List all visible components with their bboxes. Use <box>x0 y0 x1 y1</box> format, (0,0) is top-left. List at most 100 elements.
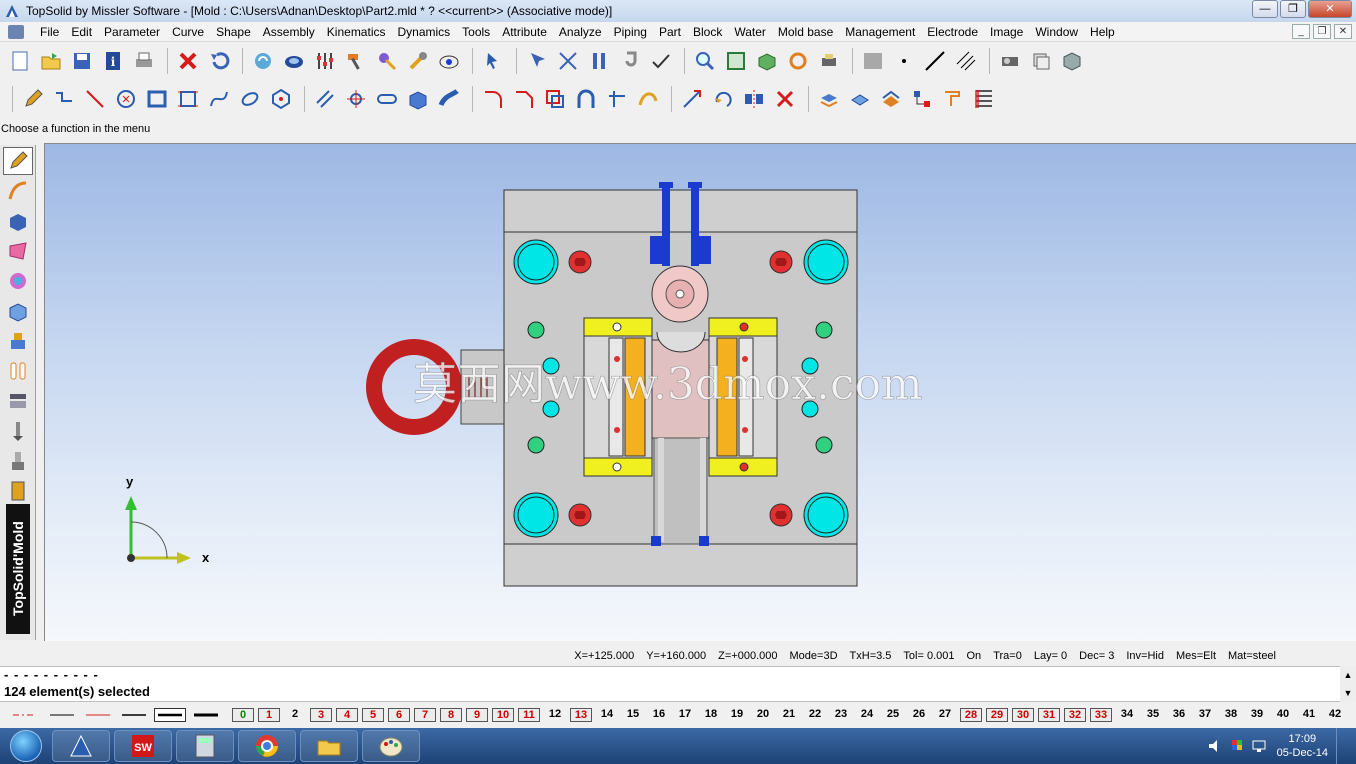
clock[interactable]: 17:09 05-Dec-14 <box>1277 732 1328 760</box>
maximize-button[interactable]: ❐ <box>1280 0 1306 18</box>
layer-4[interactable]: 4 <box>336 708 358 722</box>
block-button[interactable] <box>404 85 432 113</box>
menu-piping[interactable]: Piping <box>608 25 653 39</box>
menu-kinematics[interactable]: Kinematics <box>321 25 392 39</box>
layer-13[interactable]: 13 <box>570 708 592 722</box>
layers-button[interactable] <box>1027 47 1055 75</box>
layer-33[interactable]: 33 <box>1090 708 1112 722</box>
menu-analyze[interactable]: Analyze <box>553 25 608 39</box>
layer-32[interactable]: 32 <box>1064 708 1086 722</box>
offset-button[interactable] <box>541 85 569 113</box>
left-water-button[interactable] <box>3 357 33 385</box>
cut-plane-button[interactable] <box>815 85 843 113</box>
properties-button[interactable]: i <box>99 47 127 75</box>
taskbar-chrome[interactable] <box>238 730 296 762</box>
delete-button[interactable] <box>174 47 202 75</box>
taskbar-topsolid[interactable] <box>52 730 110 762</box>
start-button[interactable] <box>0 728 52 764</box>
layer-26[interactable]: 26 <box>908 708 930 722</box>
wrap-button[interactable] <box>634 85 662 113</box>
layer-25[interactable]: 25 <box>882 708 904 722</box>
layer-3[interactable]: 3 <box>310 708 332 722</box>
flag-icon[interactable] <box>1229 738 1245 754</box>
document-icon[interactable] <box>8 24 24 39</box>
draft-button[interactable] <box>877 85 905 113</box>
layer-41[interactable]: 41 <box>1298 708 1320 722</box>
render-button[interactable] <box>280 47 308 75</box>
layer-16[interactable]: 16 <box>648 708 670 722</box>
layer-7[interactable]: 7 <box>414 708 436 722</box>
menu-mold-base[interactable]: Mold base <box>772 25 839 39</box>
zoom-button[interactable] <box>691 47 719 75</box>
menu-water[interactable]: Water <box>728 25 772 39</box>
status-mode[interactable]: Mode=3D <box>790 650 838 662</box>
hammer-button[interactable] <box>342 47 370 75</box>
transform-button[interactable] <box>678 85 706 113</box>
left-electrode-button[interactable] <box>3 447 33 475</box>
menu-help[interactable]: Help <box>1084 25 1121 39</box>
taskbar-calculator[interactable] <box>176 730 234 762</box>
line-style-medium[interactable] <box>118 708 150 722</box>
menu-electrode[interactable]: Electrode <box>921 25 984 39</box>
polyline-button[interactable] <box>50 85 78 113</box>
menu-assembly[interactable]: Assembly <box>257 25 321 39</box>
sketch-button[interactable] <box>19 85 47 113</box>
layer-21[interactable]: 21 <box>778 708 800 722</box>
layer-0[interactable]: 0 <box>232 708 254 722</box>
left-curve-button[interactable] <box>3 177 33 205</box>
layer-17[interactable]: 17 <box>674 708 696 722</box>
layer-20[interactable]: 20 <box>752 708 774 722</box>
mdi-restore-button[interactable]: ❐ <box>1313 24 1331 39</box>
layer-11[interactable]: 11 <box>518 708 540 722</box>
measure-button[interactable] <box>585 47 613 75</box>
status-lay[interactable]: Lay= 0 <box>1034 650 1067 662</box>
close-button[interactable]: ✕ <box>1308 0 1352 18</box>
parameters-button[interactable] <box>311 47 339 75</box>
menu-edit[interactable]: Edit <box>65 25 98 39</box>
rotate-button[interactable] <box>709 85 737 113</box>
print-view-button[interactable] <box>815 47 843 75</box>
left-moldbase-button[interactable] <box>3 387 33 415</box>
layer-34[interactable]: 34 <box>1116 708 1138 722</box>
layer-31[interactable]: 31 <box>1038 708 1060 722</box>
layer-14[interactable]: 14 <box>596 708 618 722</box>
left-shape-button[interactable] <box>3 207 33 235</box>
layer-42[interactable]: 42 <box>1324 708 1346 722</box>
tool-button[interactable] <box>404 47 432 75</box>
left-part-button[interactable] <box>3 297 33 325</box>
status-dec[interactable]: Dec= 3 <box>1079 650 1114 662</box>
layer-28[interactable]: 28 <box>960 708 982 722</box>
hatch-button[interactable] <box>952 47 980 75</box>
part-button[interactable] <box>1058 47 1086 75</box>
line-style-red[interactable] <box>82 708 114 722</box>
trim-button[interactable] <box>554 47 582 75</box>
message-scrollbar[interactable]: ▲ ▼ <box>1340 666 1356 702</box>
layer-8[interactable]: 8 <box>440 708 462 722</box>
layer-18[interactable]: 18 <box>700 708 722 722</box>
refresh-button[interactable] <box>249 47 277 75</box>
frame-button[interactable] <box>174 85 202 113</box>
layer-15[interactable]: 15 <box>622 708 644 722</box>
point-button[interactable] <box>342 85 370 113</box>
menu-shape[interactable]: Shape <box>210 25 257 39</box>
minimize-button[interactable]: — <box>1252 0 1278 18</box>
status-tol[interactable]: Tol= 0.001 <box>903 650 954 662</box>
show-desktop-button[interactable] <box>1336 728 1348 764</box>
layer-30[interactable]: 30 <box>1012 708 1034 722</box>
menu-image[interactable]: Image <box>984 25 1029 39</box>
layer-6[interactable]: 6 <box>388 708 410 722</box>
rotate-view-button[interactable] <box>784 47 812 75</box>
line-style-dashdot[interactable] <box>10 708 42 722</box>
parallel-button[interactable] <box>311 85 339 113</box>
left-surface-button[interactable] <box>3 237 33 265</box>
layer-24[interactable]: 24 <box>856 708 878 722</box>
layer-23[interactable]: 23 <box>830 708 852 722</box>
menu-attribute[interactable]: Attribute <box>496 25 553 39</box>
layer-37[interactable]: 37 <box>1194 708 1216 722</box>
line-button[interactable] <box>81 85 109 113</box>
extend-button[interactable] <box>603 85 631 113</box>
taskbar-explorer[interactable] <box>300 730 358 762</box>
layer-9[interactable]: 9 <box>466 708 488 722</box>
menu-file[interactable]: File <box>34 25 65 39</box>
sweep-button[interactable] <box>435 85 463 113</box>
